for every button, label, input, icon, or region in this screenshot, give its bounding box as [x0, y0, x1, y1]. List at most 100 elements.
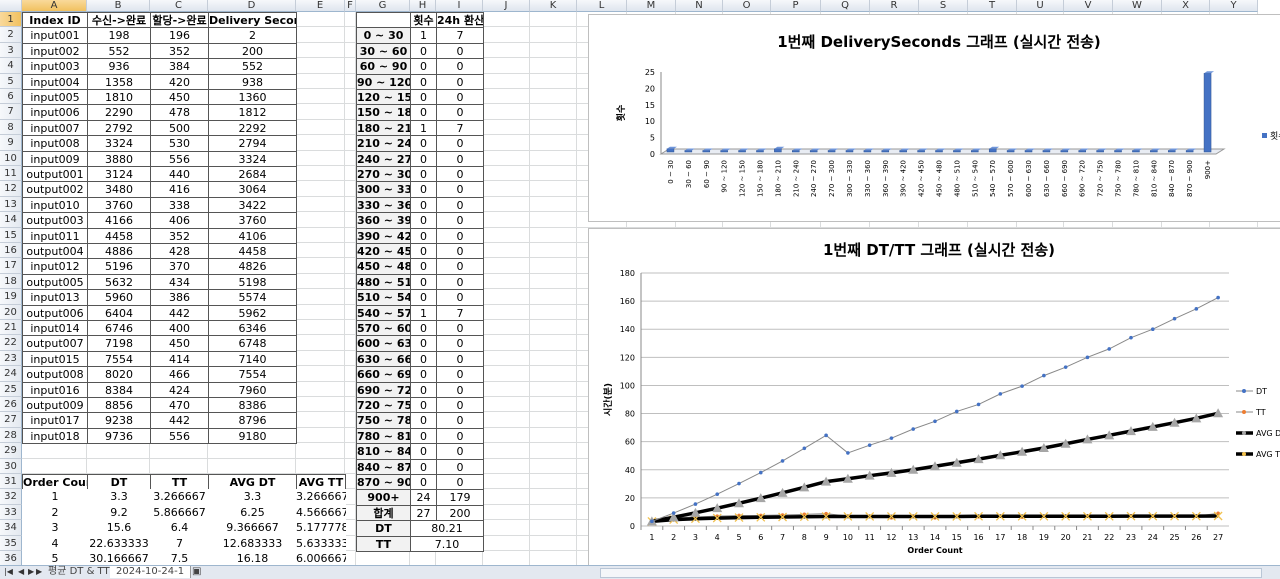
- next-sheet-icon[interactable]: ▶: [28, 566, 34, 578]
- table-cell[interactable]: 530: [150, 135, 209, 152]
- bins-cell[interactable]: 0: [436, 458, 484, 475]
- order-header-cell[interactable]: AVG DT: [208, 474, 297, 491]
- table-cell[interactable]: 8384: [87, 381, 151, 398]
- table-cell[interactable]: input012: [22, 258, 88, 275]
- bins-cell[interactable]: 750 ~ 780: [356, 412, 411, 429]
- order-cell[interactable]: 3.266667: [296, 489, 346, 506]
- order-header-cell[interactable]: TT: [150, 474, 209, 491]
- bins-cell[interactable]: 0: [410, 381, 437, 398]
- bins-cell[interactable]: 0: [436, 166, 484, 183]
- bins-cell[interactable]: 0: [410, 58, 437, 75]
- order-header-cell[interactable]: Order Count: [22, 474, 88, 491]
- table-cell[interactable]: 434: [150, 273, 209, 291]
- table-cell[interactable]: 3760: [208, 212, 297, 229]
- order-cell[interactable]: 7: [150, 535, 209, 552]
- order-cell[interactable]: 5.633333: [296, 535, 346, 552]
- bins-cell[interactable]: 0: [436, 212, 484, 229]
- table-cell[interactable]: 936: [87, 58, 151, 75]
- row-header[interactable]: 20: [0, 304, 22, 320]
- table-cell[interactable]: 7140: [208, 350, 297, 368]
- horizontal-scrollbar[interactable]: [600, 568, 1262, 578]
- select-all-corner[interactable]: [0, 0, 22, 12]
- table-cell[interactable]: 9736: [87, 427, 151, 445]
- summary-value[interactable]: 7.10: [410, 535, 484, 552]
- bins-cell[interactable]: 480 ~ 510: [356, 273, 411, 291]
- order-cell[interactable]: 9.2: [87, 504, 151, 522]
- bins-cell[interactable]: 0: [410, 212, 437, 229]
- bins-cell[interactable]: 0: [436, 243, 484, 260]
- table-cell[interactable]: 1360: [208, 89, 297, 106]
- table-cell[interactable]: 352: [150, 42, 209, 60]
- column-header-p[interactable]: P: [771, 0, 821, 12]
- prev-sheet-icon[interactable]: ◀: [18, 566, 24, 578]
- row-header[interactable]: 9: [0, 135, 22, 151]
- bins-cell[interactable]: 900+: [356, 489, 411, 506]
- delivery-seconds-chart[interactable]: 1번째 DeliverySeconds 그래프 (실시간 전송) 0 5 10 15 2…: [588, 14, 1280, 222]
- bins-cell[interactable]: 7: [436, 119, 484, 137]
- bins-header-cell[interactable]: [356, 12, 411, 29]
- row-header[interactable]: 30: [0, 458, 22, 474]
- table-cell[interactable]: 6748: [208, 335, 297, 352]
- bins-cell[interactable]: 0: [436, 73, 484, 90]
- row-header[interactable]: 22: [0, 335, 22, 351]
- table-cell[interactable]: 5632: [87, 273, 151, 291]
- table-cell[interactable]: output005: [22, 273, 88, 291]
- table-cell[interactable]: input008: [22, 135, 88, 152]
- bins-cell[interactable]: 0: [410, 350, 437, 368]
- table-cell[interactable]: 8856: [87, 397, 151, 414]
- row-header[interactable]: 29: [0, 443, 22, 459]
- bins-cell[interactable]: 240 ~ 270: [356, 150, 411, 167]
- bins-cell[interactable]: 0: [436, 227, 484, 244]
- row-header[interactable]: 32: [0, 489, 22, 505]
- table-cell[interactable]: input010: [22, 196, 88, 214]
- row-header[interactable]: 11: [0, 166, 22, 182]
- table-cell[interactable]: 5574: [208, 289, 297, 306]
- table-header-cell[interactable]: Delivery Seconds: [208, 12, 297, 29]
- bins-cell[interactable]: 0: [410, 366, 437, 383]
- column-header-k[interactable]: K: [530, 0, 577, 12]
- bins-cell[interactable]: 0: [436, 474, 484, 491]
- bins-cell[interactable]: 179: [436, 489, 484, 506]
- table-cell[interactable]: 2: [208, 27, 297, 44]
- bins-cell[interactable]: 390 ~ 420: [356, 227, 411, 244]
- table-cell[interactable]: input009: [22, 150, 88, 167]
- bins-cell[interactable]: 0: [436, 320, 484, 337]
- bins-cell[interactable]: 0: [436, 412, 484, 429]
- bins-cell[interactable]: 120 ~ 150: [356, 89, 411, 106]
- table-cell[interactable]: 8796: [208, 412, 297, 429]
- bins-cell[interactable]: 0: [410, 89, 437, 106]
- table-cell[interactable]: 8386: [208, 397, 297, 414]
- order-cell[interactable]: 4: [22, 535, 88, 552]
- bins-cell[interactable]: 0: [436, 89, 484, 106]
- column-header-e[interactable]: E: [296, 0, 345, 12]
- summary-label[interactable]: TT: [356, 535, 411, 552]
- bins-cell[interactable]: 0: [410, 135, 437, 152]
- table-cell[interactable]: 4886: [87, 243, 151, 260]
- bins-cell[interactable]: 0: [410, 443, 437, 460]
- bins-cell[interactable]: 150 ~ 180: [356, 104, 411, 121]
- table-cell[interactable]: 2794: [208, 135, 297, 152]
- bins-cell[interactable]: 360 ~ 390: [356, 212, 411, 229]
- column-header-v[interactable]: V: [1064, 0, 1113, 12]
- bins-cell[interactable]: 0: [436, 443, 484, 460]
- table-cell[interactable]: 2292: [208, 119, 297, 137]
- bins-cell[interactable]: 30 ~ 60: [356, 42, 411, 60]
- order-cell[interactable]: 6.4: [150, 520, 209, 537]
- bins-cell[interactable]: 0: [410, 258, 437, 275]
- row-header[interactable]: 8: [0, 119, 22, 136]
- bins-cell[interactable]: 0: [436, 427, 484, 445]
- bins-header-cell[interactable]: 횟수: [410, 12, 437, 29]
- column-header-w[interactable]: W: [1113, 0, 1162, 12]
- bins-cell[interactable]: 270 ~ 300: [356, 166, 411, 183]
- table-header-cell[interactable]: Index ID: [22, 12, 88, 29]
- table-cell[interactable]: 424: [150, 381, 209, 398]
- row-header[interactable]: 2: [0, 27, 22, 43]
- table-cell[interactable]: 552: [87, 42, 151, 60]
- bins-cell[interactable]: 1: [410, 119, 437, 137]
- table-cell[interactable]: output001: [22, 166, 88, 183]
- bins-cell[interactable]: 0: [410, 73, 437, 90]
- bins-cell[interactable]: 0: [436, 397, 484, 414]
- column-header-j[interactable]: J: [483, 0, 530, 12]
- bins-cell[interactable]: 630 ~ 660: [356, 350, 411, 368]
- bins-cell[interactable]: 0: [436, 58, 484, 75]
